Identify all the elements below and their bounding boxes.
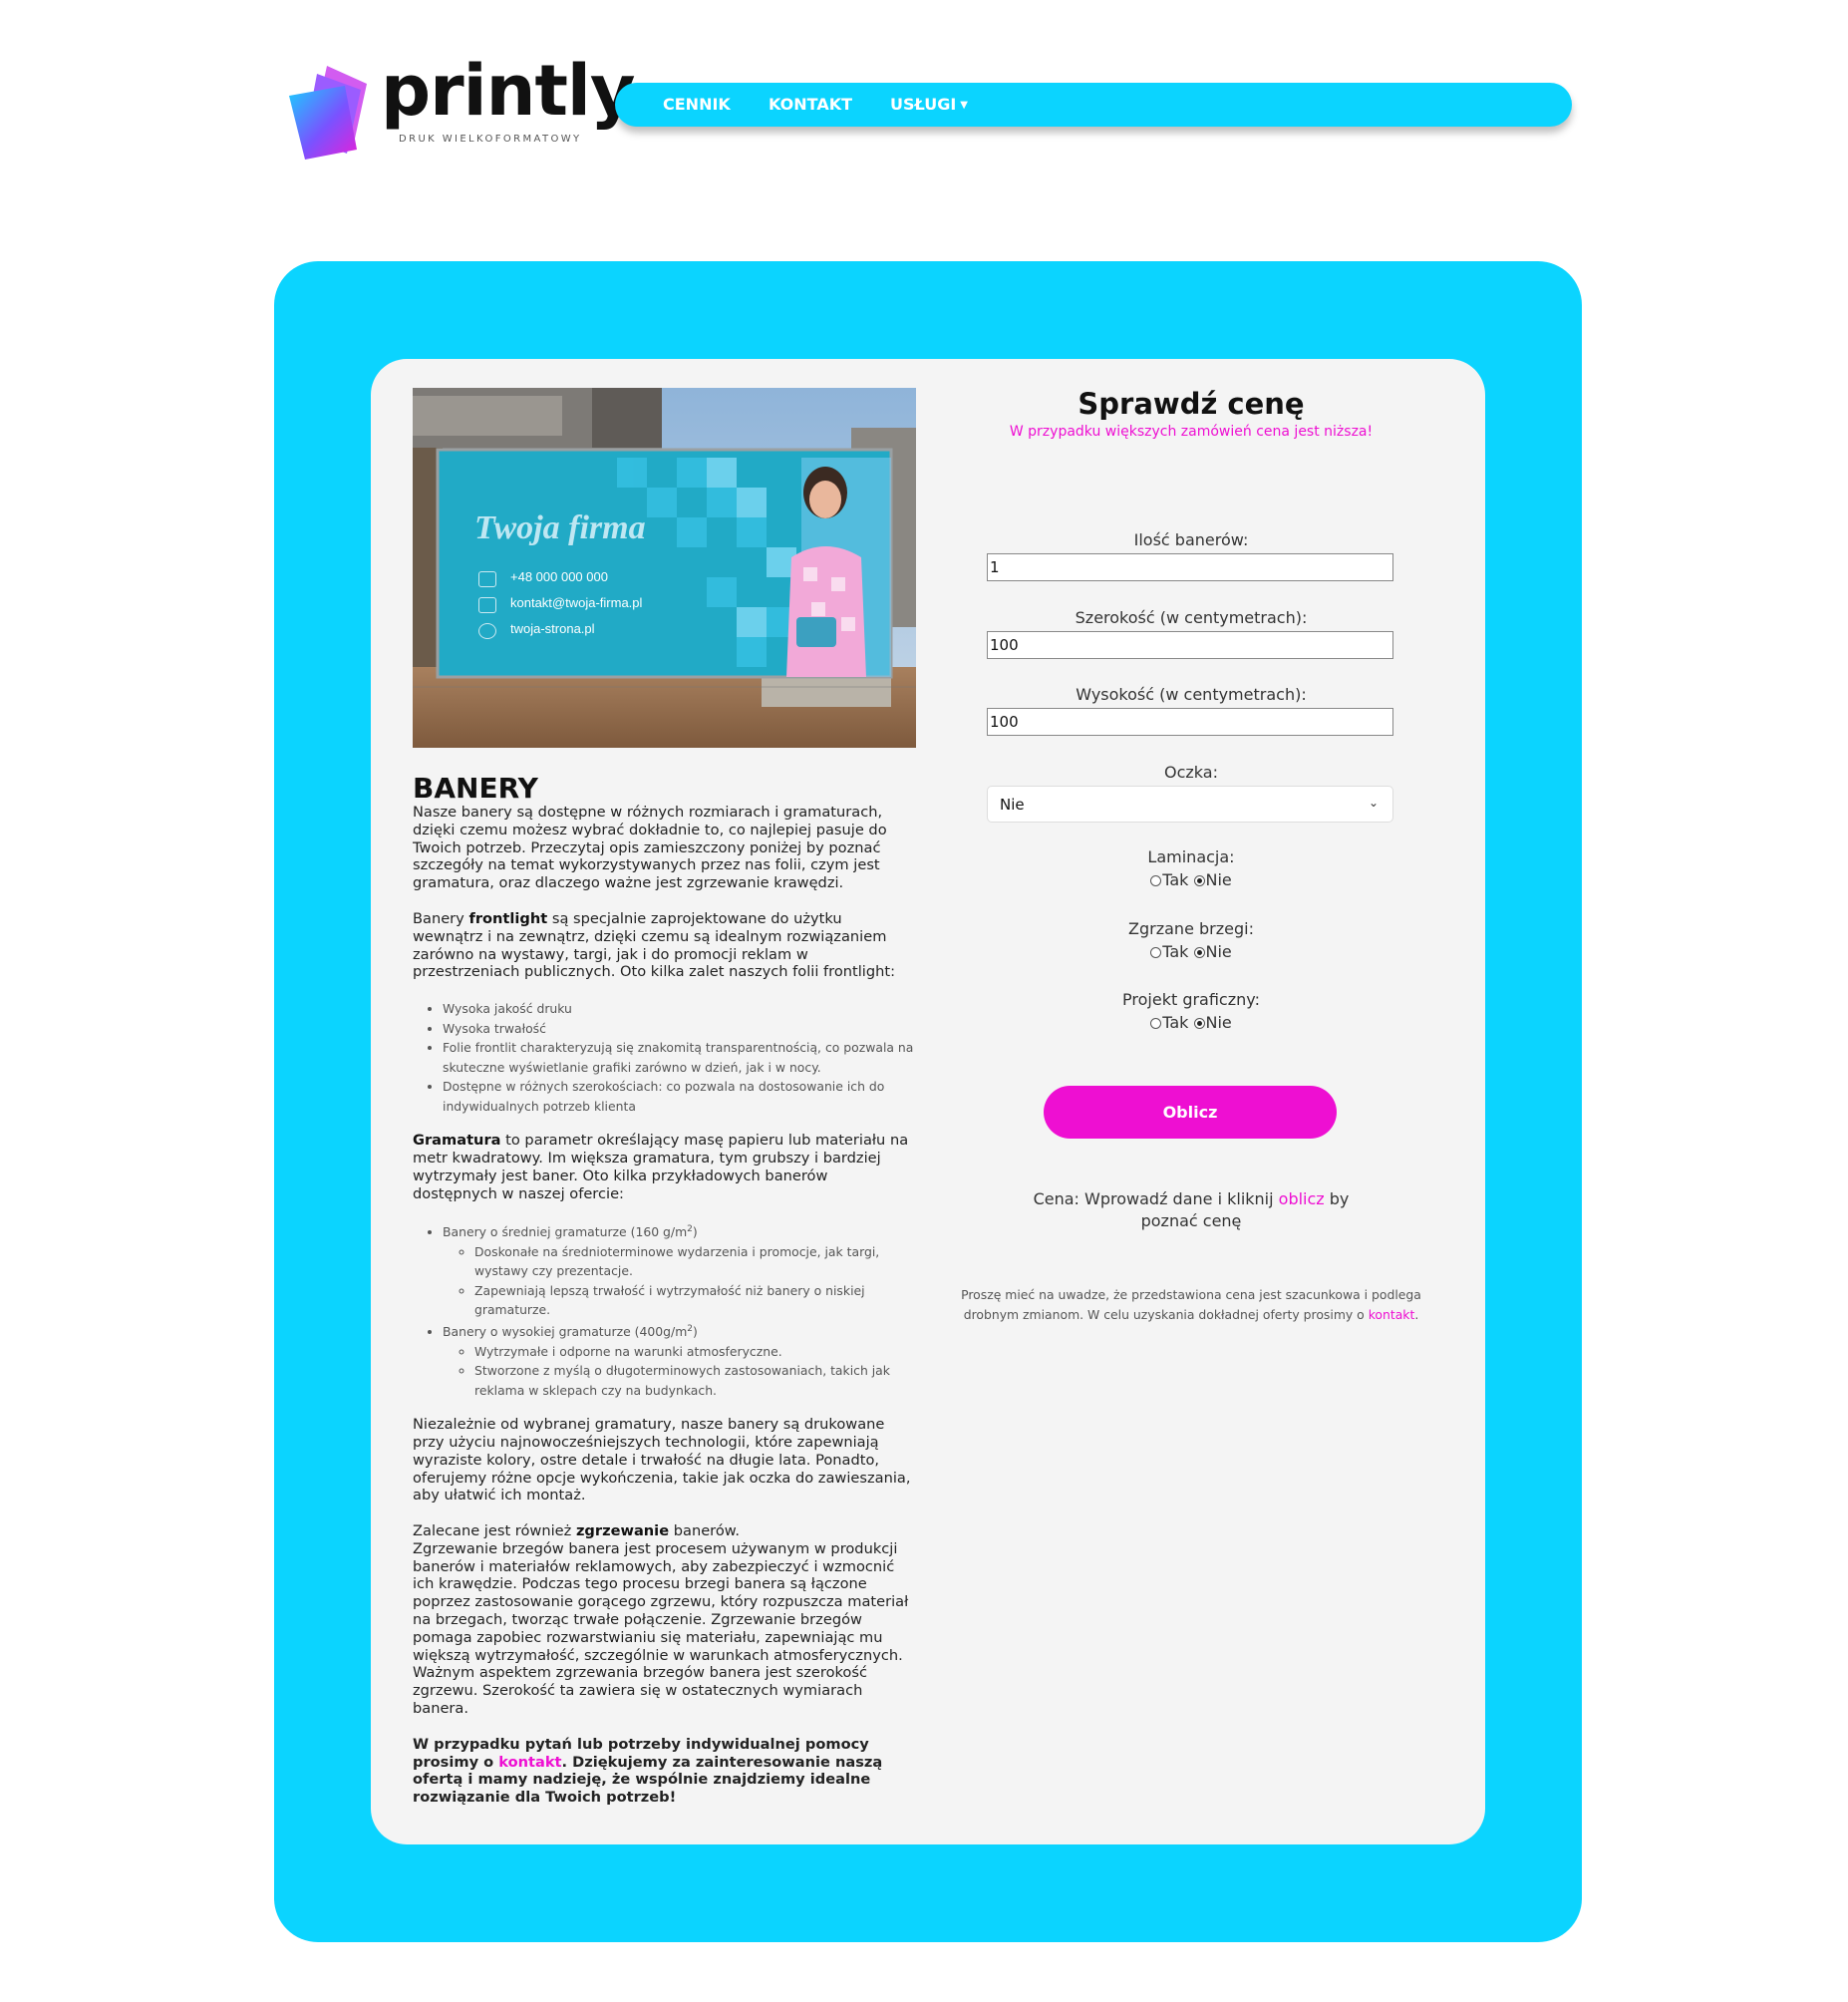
design-yes-radio[interactable]: [1150, 1018, 1162, 1029]
gramatura-list: Banery o średniej gramaturze (160 g/m2) …: [413, 1220, 916, 1400]
nav-kontakt[interactable]: KONTAKT: [769, 95, 852, 114]
lamination-no-label: Nie: [1205, 870, 1232, 889]
calculate-button[interactable]: Oblicz: [1044, 1086, 1337, 1139]
calculator-subtitle: W przypadku większych zamówień cena jest…: [1009, 424, 1374, 440]
welded-yes-radio[interactable]: [1150, 947, 1162, 958]
lamination-radio-group: Tak Nie: [947, 870, 1435, 889]
list-item: Banery o wysokiej gramaturze (400g/m2) W…: [443, 1320, 916, 1400]
lamination-yes-radio[interactable]: [1150, 875, 1162, 886]
brand-tagline: DRUK WIELKOFORMATOWY: [399, 134, 582, 145]
frontlight-keyword: frontlight: [468, 909, 548, 927]
weld-post: banerów.: [669, 1522, 741, 1540]
gramatura-keyword: Gramatura: [413, 1132, 501, 1150]
design-yes-label: Tak: [1162, 1013, 1189, 1032]
list-item: Stworzone z myślą o długoterminowych zas…: [474, 1361, 916, 1400]
note-contact-link[interactable]: kontakt: [1369, 1307, 1415, 1322]
banner-photo: Twoja firma +48 000 000 000 kontakt@twoj…: [413, 388, 916, 748]
width-label: Szerokość (w centymetrach):: [1075, 608, 1308, 627]
banner-image-phone: +48 000 000 000: [510, 569, 608, 584]
height-label: Wysokość (w centymetrach):: [1076, 685, 1307, 704]
gramatura-paragraph: Gramatura to parametr określający masę p…: [413, 1132, 916, 1202]
note-pre: Proszę mieć na uwadze, że przedstawiona …: [961, 1287, 1421, 1322]
calculate-link[interactable]: oblicz: [1279, 1189, 1325, 1208]
price-pre: Cena: Wprowadź dane i kliknij: [1033, 1189, 1279, 1208]
qty-label: Ilość banerów:: [1133, 530, 1249, 549]
g2-close: ): [693, 1324, 698, 1340]
globe-icon: [478, 623, 496, 639]
g1-close: ): [692, 1224, 698, 1240]
welded-radio-group: Tak Nie: [947, 942, 1435, 961]
eyelets-select[interactable]: Nie ⌄: [987, 786, 1393, 823]
eyelets-label: Oczka:: [1164, 763, 1218, 782]
design-no-radio[interactable]: [1193, 1018, 1205, 1029]
list-item: Banery o średniej gramaturze (160 g/m2) …: [443, 1220, 916, 1320]
main-navbar: CENNIK KONTAKT USŁUGI ▼: [615, 83, 1572, 127]
price-result: Cena: Wprowadź dane i kliknij oblicz by …: [1007, 1188, 1376, 1232]
welded-no-radio[interactable]: [1193, 947, 1205, 958]
frontlight-pre: Banery: [413, 909, 469, 927]
list-item: Doskonałe na średnioterminowe wydarzenia…: [474, 1242, 916, 1281]
mail-icon: [478, 597, 496, 613]
print-paragraph: Niezależnie od wybranej gramatury, nasze…: [413, 1416, 911, 1504]
design-radio-group: Tak Nie: [947, 1013, 1435, 1032]
closing-paragraph: W przypadku pytań lub potrzeby indywidua…: [413, 1736, 916, 1807]
g2-label: Banery o wysokiej gramaturze (400g/m: [443, 1324, 688, 1340]
list-item: Folie frontlit charakteryzują się znakom…: [443, 1038, 916, 1077]
width-input[interactable]: 100: [987, 631, 1393, 659]
page-title: BANERY: [413, 772, 538, 805]
banner-image-email: kontakt@twoja-firma.pl: [510, 595, 643, 610]
height-input[interactable]: 100: [987, 708, 1393, 736]
welded-yes-label: Tak: [1162, 942, 1189, 961]
frontlight-paragraph: Banery frontlight są specjalnie zaprojek…: [413, 910, 916, 981]
list-item: Zapewniają lepszą trwałość i wytrzymałoś…: [474, 1281, 916, 1320]
calculator-title: Sprawdź cenę: [1078, 387, 1305, 421]
welded-no-label: Nie: [1205, 942, 1232, 961]
welded-label: Zgrzane brzegi:: [1128, 919, 1254, 938]
product-description: BANERY Nasze banery są dostępne w różnyc…: [413, 772, 916, 1825]
brand-logo[interactable]: printly DRUK WIELKOFORMATOWY: [287, 56, 636, 164]
lamination-yes-label: Tak: [1162, 870, 1189, 889]
g1-label: Banery o średniej gramaturze (160 g/m: [443, 1224, 688, 1240]
intro-paragraph: Nasze banery są dostępne w różnych rozmi…: [413, 804, 887, 892]
note-post: .: [1414, 1307, 1419, 1322]
weld-body: Zgrzewanie brzegów banera jest procesem …: [413, 1539, 909, 1718]
disclaimer-note: Proszę mieć na uwadze, że przedstawiona …: [947, 1285, 1435, 1325]
design-label: Projekt graficzny:: [1122, 990, 1260, 1009]
nav-uslugi-dropdown[interactable]: USŁUGI ▼: [890, 95, 968, 114]
weld-keyword: zgrzewanie: [575, 1522, 670, 1540]
chevron-down-icon: ⌄: [1368, 796, 1379, 810]
list-item: Wysoka jakość druku: [443, 999, 916, 1019]
lamination-no-radio[interactable]: [1193, 875, 1205, 886]
banner-image-title: Twoja firma: [474, 509, 646, 546]
frontlight-list: Wysoka jakość druku Wysoka trwałość Foli…: [413, 999, 916, 1116]
weld-pre: Zalecane jest również: [413, 1522, 576, 1540]
phone-icon: [478, 571, 496, 587]
contact-link[interactable]: kontakt: [498, 1754, 561, 1771]
welding-paragraph: Zalecane jest również zgrzewanie banerów…: [413, 1522, 916, 1718]
nav-uslugi-label: USŁUGI: [890, 95, 957, 114]
lamination-label: Laminacja:: [1147, 847, 1235, 866]
list-item: Wytrzymałe i odporne na warunki atmosfer…: [474, 1342, 916, 1362]
brand-name: printly: [381, 50, 636, 132]
list-item: Wysoka trwałość: [443, 1019, 916, 1039]
banner-image-web: twoja-strona.pl: [510, 621, 595, 636]
qty-input[interactable]: 1: [987, 553, 1393, 581]
logo-pages-icon: [289, 66, 367, 160]
list-item: Dostępne w różnych szerokościach: co poz…: [443, 1077, 916, 1116]
eyelets-value: Nie: [1000, 796, 1025, 814]
design-no-label: Nie: [1205, 1013, 1232, 1032]
caret-down-icon: ▼: [960, 100, 968, 111]
nav-cennik[interactable]: CENNIK: [663, 95, 731, 114]
